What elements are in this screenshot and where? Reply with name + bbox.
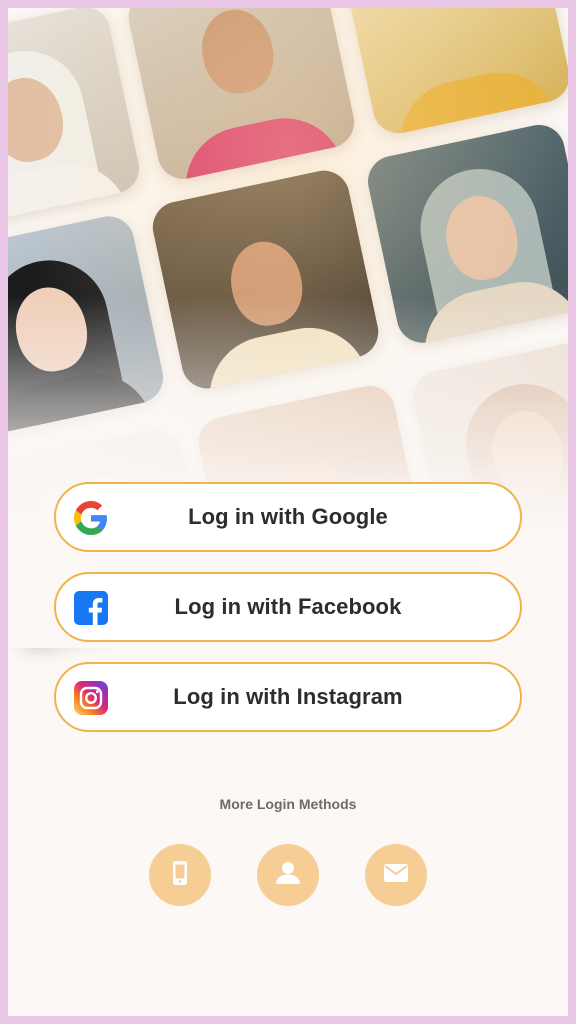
instagram-login-label: Log in with Instagram xyxy=(173,684,403,709)
collage-photo xyxy=(147,165,384,394)
facebook-icon xyxy=(74,591,108,625)
facebook-login-button[interactable]: Log in with Facebook xyxy=(54,572,522,642)
google-login-button[interactable]: Log in with Google xyxy=(54,482,522,552)
mail-icon xyxy=(381,858,411,893)
app-screen: Log in with Google Log in with Facebook xyxy=(8,8,568,1016)
google-login-label: Log in with Google xyxy=(188,504,388,529)
collage-photo xyxy=(363,120,568,348)
instagram-icon xyxy=(74,681,108,715)
collage-photo xyxy=(123,8,360,184)
more-login-methods-label: More Login Methods xyxy=(219,796,357,812)
user-icon xyxy=(273,858,303,893)
phone-login-button[interactable] xyxy=(149,844,211,906)
collage-photo xyxy=(8,211,168,440)
google-icon xyxy=(74,501,108,535)
phone-icon xyxy=(166,859,194,892)
collage-photo xyxy=(8,8,144,230)
email-login-button[interactable] xyxy=(365,844,427,906)
facebook-login-label: Log in with Facebook xyxy=(174,594,402,619)
instagram-login-button[interactable]: Log in with Instagram xyxy=(54,662,522,732)
collage-photo xyxy=(339,8,568,138)
account-login-button[interactable] xyxy=(257,844,319,906)
